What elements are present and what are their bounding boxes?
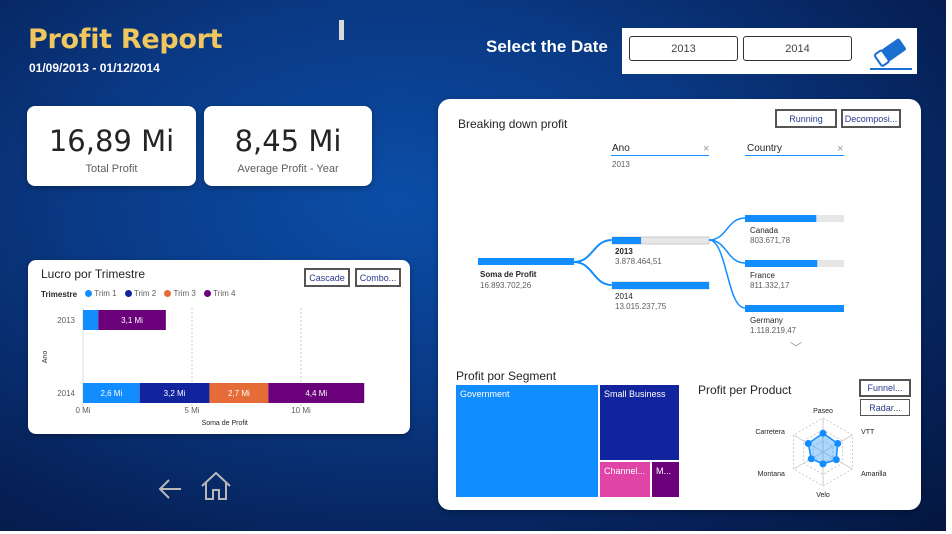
year-value: 3.878.464,51 <box>615 257 662 266</box>
year-bar-fill <box>612 237 642 244</box>
chevron-down-icon[interactable]: ﹀ <box>790 339 802 356</box>
select-date-label: Select the Date <box>486 37 608 56</box>
x-tick-label: 10 Mi <box>291 406 311 415</box>
country-label: France <box>750 271 775 280</box>
eraser-icon[interactable] <box>868 33 914 71</box>
legend-dot <box>164 290 172 297</box>
treemap-tile-m[interactable]: M... <box>652 462 679 497</box>
radar-chart: Paseo VTT Amarilla Velo Montana Carretera <box>755 408 886 499</box>
legend: Trimestre Trim 1 Trim 2 Trim 3 Trim 4 <box>41 289 241 299</box>
year-2013-button[interactable]: 2013 <box>629 36 738 61</box>
year-bar-fill <box>612 282 709 289</box>
connector-line <box>708 239 746 309</box>
country-bar-fill <box>745 260 818 267</box>
date-range-text: 01/09/2013 - 01/12/2014 <box>29 61 160 75</box>
quarter-chart-card: Lucro por Trimestre Cascade Combo... Tri… <box>28 260 410 434</box>
year-2014-button[interactable]: 2014 <box>743 36 852 61</box>
radar-point <box>804 440 812 447</box>
radar-axis-label: Paseo <box>813 408 833 415</box>
root-bar <box>478 258 574 265</box>
data-label: 3,2 Mi <box>164 389 186 398</box>
segment-title: Profit por Segment <box>456 369 557 383</box>
root-value: 16.893.702,26 <box>480 281 532 290</box>
kpi-value: 8,45 Mi <box>234 124 342 158</box>
legend-label: Trim 1 <box>94 289 117 298</box>
kpi-value: 16,89 Mi <box>48 124 175 158</box>
country-label: Germany <box>750 316 783 325</box>
data-label: 2,7 Mi <box>228 389 250 398</box>
quarter-bar-chart: 2013 3,1 Mi 2014 2,6 Mi 3,2 Mi 2,7 Mi 4,4 Mi 0 … <box>42 308 365 427</box>
radar-axis-label: Amarilla <box>861 471 886 478</box>
treemap-tile-channel[interactable]: Channel... <box>600 462 650 497</box>
radar-axis-label: Velo <box>816 492 830 499</box>
treemap-tile-small-business[interactable]: Small Business <box>600 385 679 460</box>
radar-point <box>807 455 815 463</box>
legend-dot <box>204 290 212 297</box>
y-tick-label: 2014 <box>57 389 75 398</box>
year-value: 13.015.237,75 <box>615 302 667 311</box>
date-slicer: 2013 2014 <box>622 28 917 74</box>
radar-axis-label: Carretera <box>755 429 785 436</box>
y-tick-label: 2013 <box>57 316 75 325</box>
quarter-chart-title: Lucro por Trimestre <box>41 267 146 281</box>
kpi-card-total-profit: 16,89 Mi Total Profit <box>27 106 196 186</box>
decomposition-card: Breaking down profit Running Decomposi..… <box>438 99 921 510</box>
radar-point <box>834 440 842 447</box>
radar-point <box>832 456 840 464</box>
country-bar-fill <box>745 305 844 312</box>
data-label: 3,1 Mi <box>121 316 143 325</box>
kpi-label: Total Profit <box>85 163 138 175</box>
legend-label: Trim 4 <box>213 289 236 298</box>
country-label: Canada <box>750 226 779 235</box>
connector-line <box>573 261 613 286</box>
legend-label: Trim 2 <box>133 289 157 298</box>
radar-axis-label: Montana <box>758 471 785 478</box>
x-tick-label: 5 Mi <box>184 406 199 415</box>
x-axis-title: Soma de Profit <box>202 420 248 427</box>
legend-dot <box>85 290 93 297</box>
cascade-button[interactable]: Cascade <box>304 268 350 287</box>
legend-label: Trim 3 <box>173 289 196 298</box>
legend-item-trim1[interactable]: Trim 1 <box>85 289 117 298</box>
root-label: Soma de Profit <box>480 270 537 279</box>
data-label: 2,6 Mi <box>100 389 122 398</box>
kpi-label: Average Profit - Year <box>237 163 339 175</box>
decomposition-tree: Soma de Profit 16.893.702,26 20133.878.464… <box>478 215 844 335</box>
radar-point <box>819 429 827 437</box>
legend-item-trim3[interactable]: Trim 3 <box>164 289 196 298</box>
y-axis-title: Ano <box>42 351 49 364</box>
country-bar-fill <box>745 215 817 222</box>
legend-item-trim4[interactable]: Trim 4 <box>204 289 235 298</box>
bar-segment <box>83 310 99 330</box>
combo-button[interactable]: Combo... <box>355 268 401 287</box>
country-value: 811.332,17 <box>750 281 790 290</box>
home-icon[interactable] <box>200 471 232 501</box>
text-cursor-marker <box>339 20 344 40</box>
product-title: Profit per Product <box>698 383 792 397</box>
data-label: 4,4 Mi <box>305 389 327 398</box>
year-label: 2013 <box>615 247 633 256</box>
report-canvas: Profit Report 01/09/2013 - 01/12/2014 Se… <box>0 0 946 531</box>
radar-point <box>819 460 827 468</box>
legend-title: Trimestre <box>41 290 78 299</box>
radar-axis-label: VTT <box>861 429 875 436</box>
connector-line <box>708 239 746 264</box>
back-arrow-icon[interactable] <box>157 477 183 501</box>
segment-treemap: Government Small Business Channel... M..… <box>456 385 679 497</box>
country-value: 1.118.219,47 <box>750 326 797 335</box>
page-title: Profit Report <box>28 24 223 55</box>
x-tick-label: 0 Mi <box>75 406 90 415</box>
country-value: 803.671,78 <box>750 236 791 245</box>
treemap-tile-government[interactable]: Government <box>456 385 598 497</box>
legend-item-trim2[interactable]: Trim 2 <box>124 289 157 298</box>
kpi-card-average-profit: 8,45 Mi Average Profit - Year <box>204 106 372 186</box>
legend-dot <box>124 290 132 297</box>
year-label: 2014 <box>615 292 633 301</box>
connector-line <box>573 239 613 263</box>
connector-line <box>708 217 746 241</box>
funnel-button[interactable]: Funnel... <box>859 379 911 397</box>
